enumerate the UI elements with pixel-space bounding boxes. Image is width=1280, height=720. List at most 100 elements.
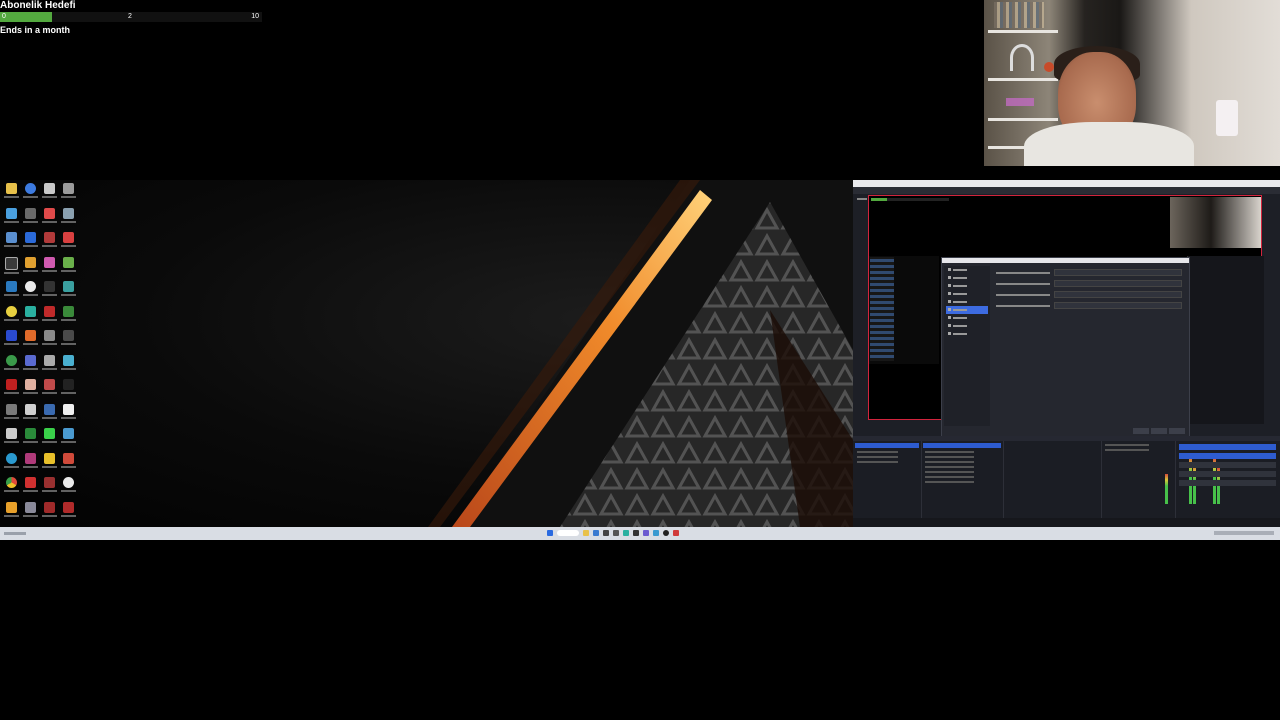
desktop-icon[interactable] [40,378,59,402]
source-item-selected[interactable] [923,443,1001,448]
desktop-icon[interactable] [40,231,59,255]
desktop-icon[interactable] [59,476,78,500]
desktop-icon[interactable] [59,280,78,304]
desktop-icon[interactable] [21,476,40,500]
desktop-icon[interactable] [59,329,78,353]
source-item[interactable] [925,466,975,468]
desktop-icon[interactable] [2,182,21,206]
desktop-icon[interactable] [59,378,78,402]
settings-dropdown[interactable] [1054,269,1182,276]
desktop-icon[interactable] [2,329,21,353]
desktop-icon[interactable] [40,182,59,206]
system-tray[interactable] [1214,531,1274,535]
app-icon[interactable] [653,530,659,536]
source-item[interactable] [925,471,975,473]
desktop-icon[interactable] [21,231,40,255]
desktop-icon[interactable] [40,354,59,378]
settings-nav-item[interactable] [946,330,988,338]
studio-mode-button[interactable] [1179,471,1276,477]
desktop-icon[interactable] [40,476,59,500]
desktop-icon[interactable] [21,305,40,329]
settings-dropdown[interactable] [1054,302,1182,309]
app-icon[interactable] [603,530,609,536]
desktop-icon[interactable] [21,182,40,206]
source-item[interactable] [925,461,975,463]
source-item[interactable] [925,451,975,453]
taskbar-weather[interactable] [4,532,26,535]
desktop-icon[interactable] [2,452,21,476]
desktop-icon[interactable] [40,403,59,427]
settings-nav-item[interactable] [946,322,988,330]
settings-nav-item[interactable] [946,314,988,322]
obs-icon[interactable] [663,530,669,536]
settings-nav-item[interactable] [946,274,988,282]
source-item[interactable] [925,476,975,478]
desktop-icon[interactable] [2,427,21,451]
desktop-icon[interactable] [2,354,21,378]
desktop-icon[interactable] [21,427,40,451]
desktop-icon[interactable] [59,207,78,231]
virtual-camera-button[interactable] [1179,462,1276,468]
settings-nav-item[interactable] [946,298,988,306]
desktop-icon[interactable] [2,305,21,329]
desktop-icon[interactable] [2,280,21,304]
desktop-icon[interactable] [2,256,21,280]
settings-dropdown[interactable] [1054,280,1182,287]
desktop-icon[interactable] [59,231,78,255]
desktop-icon[interactable] [21,329,40,353]
desktop-icon[interactable] [40,427,59,451]
desktop-icon[interactable] [59,427,78,451]
desktop-icon[interactable] [59,305,78,329]
desktop-icon[interactable] [21,403,40,427]
app-icon[interactable] [633,530,639,536]
start-recording-button[interactable] [1179,453,1276,459]
desktop-icon[interactable] [21,378,40,402]
desktop-icon[interactable] [59,256,78,280]
desktop-icon[interactable] [2,378,21,402]
desktop-icon[interactable] [40,329,59,353]
app-icon[interactable] [623,530,629,536]
desktop-icon[interactable] [59,403,78,427]
windows-start-icon[interactable] [547,530,553,536]
folder-icon[interactable] [583,530,589,536]
desktop-icon[interactable] [59,501,78,525]
settings-nav-item[interactable] [946,266,988,274]
settings-nav-item-selected[interactable] [946,306,988,314]
settings-nav-item[interactable] [946,290,988,298]
start-streaming-button[interactable] [1179,444,1276,450]
desktop-icon[interactable] [59,182,78,206]
desktop-icon[interactable] [2,476,21,500]
desktop-icon[interactable] [59,452,78,476]
desktop-icon[interactable] [40,280,59,304]
settings-nav-item[interactable] [946,282,988,290]
source-item[interactable] [925,456,975,458]
settings-button[interactable] [1179,480,1276,486]
app-icon[interactable] [673,530,679,536]
desktop-icon[interactable] [40,501,59,525]
scene-item-selected[interactable] [855,443,919,448]
scene-item[interactable] [857,461,898,463]
desktop-icon[interactable] [21,207,40,231]
desktop-icon[interactable] [21,452,40,476]
scene-item[interactable] [857,451,898,453]
search-icon[interactable] [557,530,579,536]
settings-ok-button[interactable] [1133,428,1149,434]
settings-apply-button[interactable] [1169,428,1185,434]
app-icon[interactable] [643,530,649,536]
desktop-icon[interactable] [21,354,40,378]
scene-item[interactable] [857,456,898,458]
app-icon[interactable] [593,530,599,536]
app-icon[interactable] [613,530,619,536]
desktop-icon[interactable] [40,305,59,329]
desktop-icon[interactable] [2,403,21,427]
desktop-icon[interactable] [21,501,40,525]
desktop-icon[interactable] [2,231,21,255]
desktop-icon[interactable] [21,256,40,280]
desktop-icon[interactable] [2,501,21,525]
desktop-icon[interactable] [59,354,78,378]
settings-dropdown[interactable] [1054,291,1182,298]
desktop-icon[interactable] [40,207,59,231]
desktop-icon[interactable] [40,452,59,476]
transition-select[interactable] [1105,444,1150,446]
duration-field[interactable] [1105,449,1150,451]
